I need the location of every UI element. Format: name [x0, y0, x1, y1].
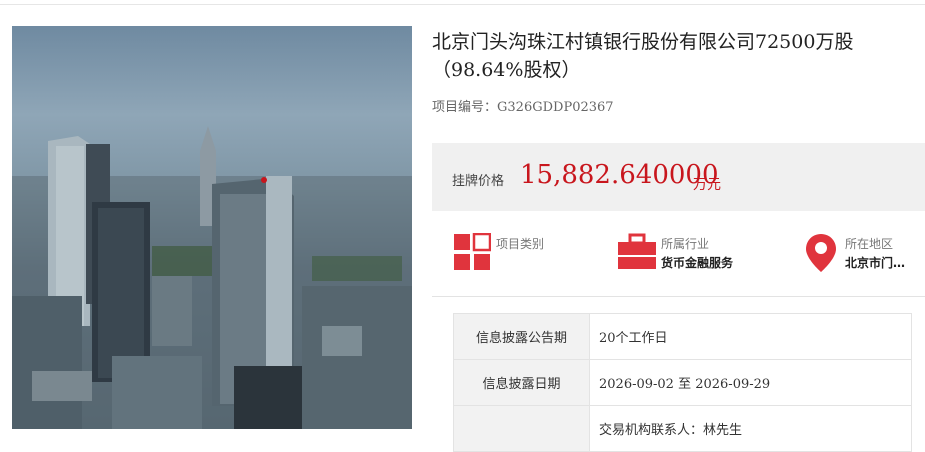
info-value: 北京市门… [845, 256, 906, 270]
info-label: 所在地区 [845, 237, 894, 251]
project-photo [12, 26, 412, 429]
table-value: 2026-09-02 至 2026-09-29 [589, 359, 912, 406]
price-panel: 挂牌价格 15,882.640000 万元 [432, 143, 925, 211]
project-number: 项目编号：G326GDDP02367 [432, 96, 614, 115]
disclosure-table: 信息披露公告期 20个工作日 信息披露日期 2026-09-02 至 2026-… [453, 313, 912, 452]
price-unit: 万元 [693, 177, 721, 193]
price-value: 15,882.640000 [520, 160, 719, 190]
briefcase-icon [617, 233, 657, 275]
info-value: 货币金融服务 [661, 256, 734, 270]
price-label: 挂牌价格 [452, 174, 505, 189]
section-divider [432, 296, 925, 297]
location-pin-icon [805, 233, 837, 277]
table-row: 信息披露日期 2026-09-02 至 2026-09-29 [453, 359, 912, 406]
top-divider [0, 4, 925, 5]
table-row: 信息披露公告期 20个工作日 [453, 313, 912, 360]
project-title: 北京门头沟珠江村镇银行股份有限公司72500万股（98.64%股权） [432, 31, 854, 81]
category-grid-icon [453, 232, 492, 275]
info-label: 所属行业 [661, 237, 710, 251]
table-key: 信息披露公告期 [453, 313, 590, 360]
project-number-value: G326GDDP02367 [497, 100, 614, 115]
table-value: 20个工作日 [589, 313, 912, 360]
table-key: 信息披露日期 [453, 359, 590, 406]
project-number-label: 项目编号： [432, 100, 498, 115]
info-label: 项目类别 [496, 237, 545, 251]
